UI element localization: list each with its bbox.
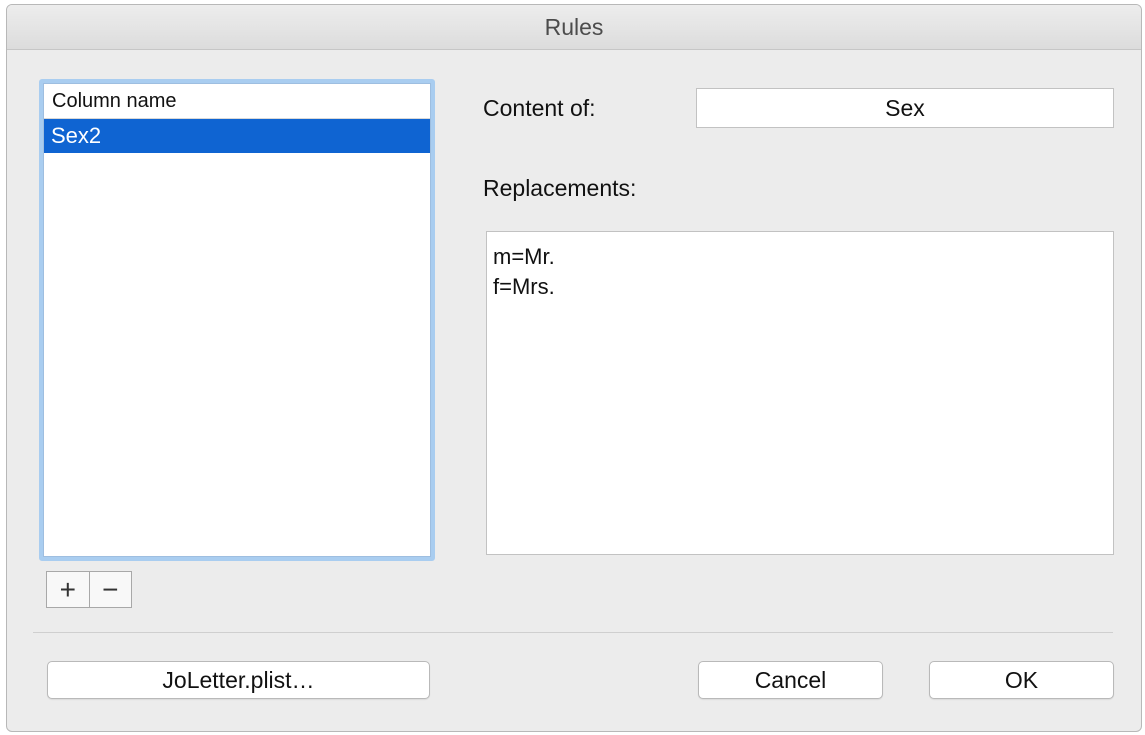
add-button[interactable]: + [47,572,89,607]
replacements-label: Replacements: [483,175,637,201]
content-of-label: Content of: [483,95,596,121]
plist-button[interactable]: JoLetter.plist… [47,661,430,699]
remove-button[interactable]: − [88,572,132,607]
separator [33,632,1113,633]
window-title: Rules [7,5,1141,50]
column-list-table: Column name Sex2 [43,83,431,557]
replacement-line: f=Mrs. [493,274,555,299]
add-remove-control: + − [46,571,132,608]
replacement-line: m=Mr. [493,244,555,269]
rules-dialog: Rules Column name Sex2 + − Content of: S… [6,4,1142,732]
replacements-textarea[interactable]: m=Mr. f=Mrs. [486,231,1114,555]
column-list[interactable]: Column name Sex2 [39,79,435,561]
ok-button[interactable]: OK [929,661,1114,699]
list-item[interactable]: Sex2 [44,119,430,153]
content-of-field[interactable]: Sex [696,88,1114,128]
column-name-header[interactable]: Column name [44,84,430,119]
cancel-button[interactable]: Cancel [698,661,883,699]
